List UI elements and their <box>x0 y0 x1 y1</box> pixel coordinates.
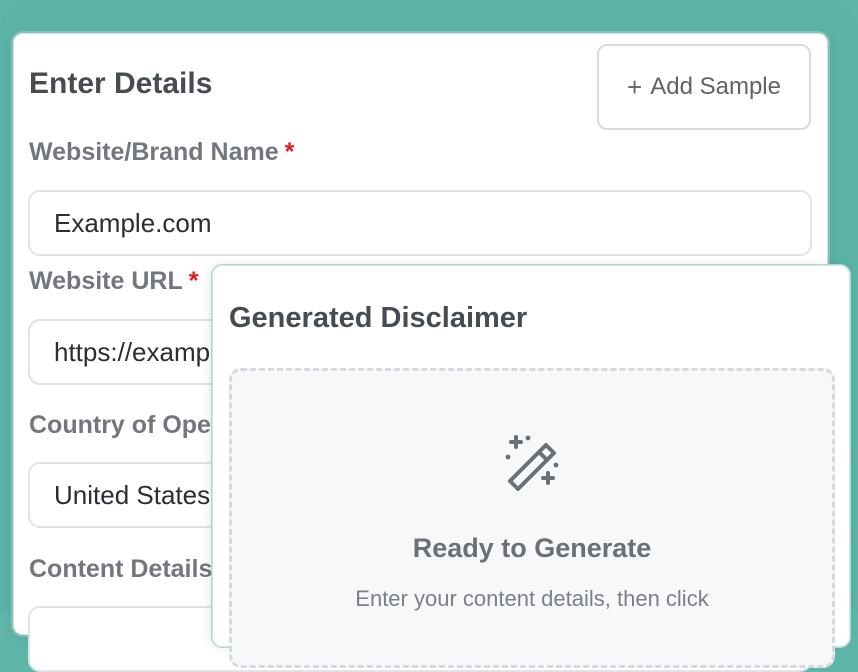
website-brand-name-input[interactable] <box>28 190 812 256</box>
magic-wand-icon <box>505 435 559 491</box>
field-label-text: Website/Brand Name <box>29 138 279 166</box>
website-brand-name-label: Website/Brand Name * <box>29 137 294 167</box>
empty-state-placeholder: Ready to Generate Enter your content det… <box>229 368 835 668</box>
plus-icon: + <box>627 72 643 102</box>
content-details-label: Content Details <box>29 554 212 584</box>
add-sample-label: Add Sample <box>650 73 781 100</box>
field-label-text: Content Details <box>29 555 213 583</box>
generated-disclaimer-title: Generated Disclaimer <box>229 302 528 334</box>
add-sample-button[interactable]: + Add Sample <box>597 44 811 130</box>
field-label-text: Website URL <box>29 267 183 295</box>
required-asterisk: * <box>188 267 199 295</box>
required-asterisk: * <box>284 138 295 166</box>
empty-state-title: Ready to Generate <box>412 533 652 563</box>
generated-disclaimer-panel: Generated Disclaimer Ready to Generate E… <box>212 265 850 668</box>
page-title: Enter Details <box>29 67 213 100</box>
empty-state-text: Enter your content details, then click <box>355 586 709 611</box>
website-url-label: Website URL * <box>29 266 198 296</box>
